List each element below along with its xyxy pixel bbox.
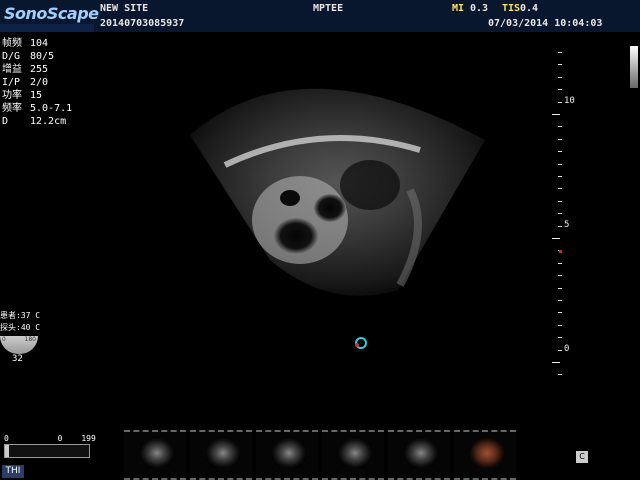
- depth-tick: [558, 138, 562, 140]
- depth-tick: [558, 188, 562, 190]
- depth-tick: [558, 176, 562, 177]
- depth-tick: [558, 64, 562, 66]
- thi-button[interactable]: THI: [2, 465, 24, 478]
- depth-scale: 10 5 0: [540, 44, 580, 376]
- scan-sector: [190, 88, 485, 296]
- cine-thumbnail[interactable]: [190, 430, 252, 480]
- depth-tick: [558, 151, 562, 153]
- depth-tick: [552, 114, 560, 115]
- cine-thumbnail[interactable]: [322, 430, 384, 480]
- depth-tick: [558, 324, 562, 326]
- thumbnail-image: [206, 438, 240, 468]
- thumbnail-image: [140, 438, 174, 468]
- probe-temp: 探头:40 C: [0, 323, 41, 332]
- depth-tick: [558, 262, 562, 264]
- depth-tick: [558, 163, 562, 165]
- depth-tick: [558, 275, 562, 277]
- c-button[interactable]: C: [576, 451, 588, 463]
- tgc-bar[interactable]: [630, 46, 638, 88]
- depth-tick: [552, 238, 560, 239]
- depth-tick: [558, 349, 562, 351]
- depth-label-10: 10: [564, 96, 575, 106]
- angle-value: 32: [12, 354, 23, 364]
- depth-tick: [558, 89, 562, 91]
- depth-tick: [558, 52, 562, 53]
- cine-start: 0: [4, 434, 9, 443]
- cine-knob[interactable]: [5, 445, 9, 457]
- depth-tick: [558, 200, 562, 202]
- depth-tick: [558, 287, 562, 289]
- gauge-max: 180: [24, 336, 36, 343]
- thumbnail-image: [272, 438, 306, 468]
- gauge-min: 0: [2, 336, 6, 343]
- cine-end: 199: [81, 434, 96, 443]
- focus-dot: [559, 250, 562, 253]
- cine-current: 0: [57, 434, 63, 443]
- depth-tick: [558, 225, 562, 227]
- chamber-1: [274, 218, 318, 254]
- chamber-2: [314, 194, 346, 222]
- thumbnail-strip: [124, 430, 516, 480]
- cine-thumbnail[interactable]: [256, 430, 318, 480]
- thumbnail-image: [470, 438, 504, 468]
- cine-thumbnail[interactable]: [124, 430, 186, 480]
- patient-temp: 患者:37 C: [0, 311, 41, 320]
- cine-slider[interactable]: [4, 444, 90, 458]
- temperature-panel: 患者:37 C 探头:40 C: [0, 310, 40, 334]
- depth-tick: [558, 101, 562, 103]
- depth-tick: [552, 362, 560, 363]
- thumbnail-image: [338, 438, 372, 468]
- depth-tick: [558, 312, 562, 314]
- chamber-3: [280, 190, 300, 206]
- cine-thumbnail[interactable]: [454, 430, 516, 480]
- depth-tick: [558, 76, 562, 78]
- cine-thumbnail[interactable]: [388, 430, 450, 480]
- chamber-4: [340, 160, 400, 210]
- depth-tick: [558, 337, 562, 339]
- depth-tick: [558, 213, 562, 215]
- depth-label-0: 0: [564, 344, 570, 354]
- focus-marker: [350, 335, 372, 349]
- depth-label-5: 5: [564, 220, 570, 230]
- depth-tick: [558, 126, 562, 128]
- cine-labels: 0 0 199: [4, 434, 96, 443]
- thumbnail-image: [404, 438, 438, 468]
- depth-tick: [558, 300, 562, 301]
- depth-tick: [558, 374, 562, 376]
